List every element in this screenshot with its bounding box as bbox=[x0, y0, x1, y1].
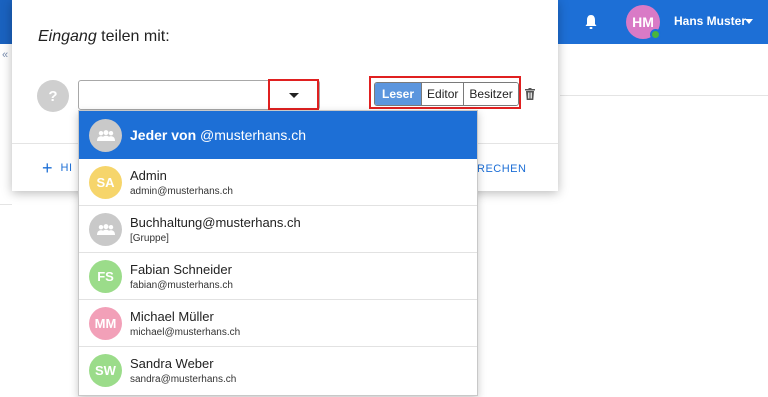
trash-icon[interactable] bbox=[525, 88, 535, 100]
suggestion-item[interactable]: FS Fabian Schneider fabian@musterhans.ch bbox=[79, 253, 477, 300]
double-chevron-left-icon[interactable]: « bbox=[2, 49, 8, 61]
role-selector: Leser Editor Besitzer bbox=[374, 82, 519, 106]
role-owner-button[interactable]: Besitzer bbox=[463, 83, 518, 105]
suggestion-item[interactable]: MM Michael Müller michael@musterhans.ch bbox=[79, 300, 477, 347]
add-link-label: HI bbox=[60, 162, 73, 174]
suggestion-name: Jeder von @musterhans.ch bbox=[130, 127, 306, 143]
suggestion-avatar: FS bbox=[89, 260, 122, 293]
cancel-link[interactable]: RECHEN bbox=[477, 163, 526, 175]
recipient-suggestions: Jeder von @musterhans.ch SA Admin admin@… bbox=[78, 110, 478, 396]
user-name[interactable]: Hans Muster bbox=[674, 14, 746, 28]
suggestion-email: michael@musterhans.ch bbox=[130, 327, 241, 338]
suggestion-email: fabian@musterhans.ch bbox=[130, 280, 233, 291]
divider bbox=[0, 204, 12, 205]
caret-down-icon bbox=[288, 93, 299, 98]
dialog-title-text: teilen mit: bbox=[96, 28, 170, 45]
user-menu-chevron-down-icon[interactable] bbox=[745, 19, 753, 24]
add-link[interactable]: + HI bbox=[42, 158, 73, 178]
document-name: Eingang bbox=[38, 28, 97, 45]
role-reader-button[interactable]: Leser bbox=[375, 83, 422, 105]
group-icon bbox=[96, 129, 115, 141]
suggestion-item[interactable]: SW Sandra Weber sandra@musterhans.ch bbox=[79, 347, 477, 394]
suggestion-avatar bbox=[89, 119, 122, 152]
bell-icon[interactable] bbox=[584, 14, 598, 30]
unknown-recipient-icon: ? bbox=[37, 80, 69, 112]
suggestion-avatar: SA bbox=[89, 166, 122, 199]
group-icon bbox=[96, 223, 115, 235]
suggestion-name-bold: Jeder von bbox=[130, 127, 197, 143]
suggestion-name: Michael Müller bbox=[130, 309, 214, 324]
suggestion-domain: @musterhans.ch bbox=[196, 127, 307, 143]
dialog-title: Eingang teilen mit: bbox=[38, 28, 170, 46]
suggestion-item[interactable]: SA Admin admin@musterhans.ch bbox=[79, 159, 477, 206]
suggestion-avatar: MM bbox=[89, 307, 122, 340]
suggestion-name: Buchhaltung@musterhans.ch bbox=[130, 215, 301, 230]
suggestion-avatar: SW bbox=[89, 354, 122, 387]
suggestion-email: sandra@musterhans.ch bbox=[130, 374, 237, 385]
app-header-left-strip bbox=[0, 0, 12, 44]
presence-indicator bbox=[650, 29, 661, 40]
suggestion-avatar bbox=[89, 213, 122, 246]
recipient-dropdown-button[interactable] bbox=[268, 79, 319, 110]
divider bbox=[560, 95, 768, 96]
suggestion-item[interactable]: Buchhaltung@musterhans.ch [Gruppe] bbox=[79, 206, 477, 253]
role-editor-button[interactable]: Editor bbox=[421, 83, 464, 105]
plus-icon: + bbox=[42, 158, 53, 178]
suggestion-email: admin@musterhans.ch bbox=[130, 186, 233, 197]
suggestion-name: Admin bbox=[130, 168, 167, 183]
suggestion-everyone[interactable]: Jeder von @musterhans.ch bbox=[79, 111, 477, 159]
suggestion-type: [Gruppe] bbox=[130, 233, 169, 244]
suggestion-name: Sandra Weber bbox=[130, 356, 214, 371]
suggestion-name: Fabian Schneider bbox=[130, 262, 232, 277]
